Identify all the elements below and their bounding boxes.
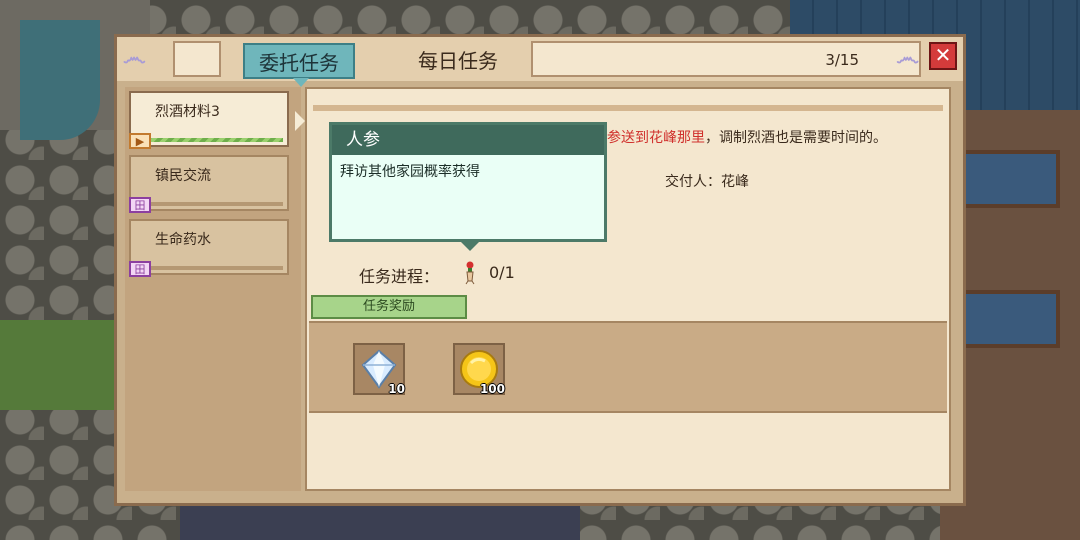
quest-item-liquor-materials[interactable]: 烈酒材料3 ▶ — [129, 91, 305, 149]
reward-slot-gold[interactable]: 100 — [453, 343, 505, 396]
item-tooltip: 人参 拜访其他家园概率获得 — [329, 122, 607, 251]
tab-daily-quests[interactable]: 每日任务 — [393, 43, 523, 79]
scroll-ornament-icon: ෴ — [896, 43, 919, 71]
building-window — [962, 290, 1060, 348]
quest-item-label: 生命药水 — [155, 232, 211, 248]
reward-quantity: 10 — [388, 382, 405, 396]
grass-patch — [0, 320, 115, 410]
description-highlight: 参送到花峰那里 — [607, 130, 705, 146]
building-icon: 田 — [129, 261, 151, 277]
quest-item-label: 镇民交流 — [155, 168, 211, 184]
progress-value: 0/1 — [489, 263, 515, 282]
ginseng-icon[interactable] — [464, 261, 476, 285]
quest-giver: 交付人：花峰 — [665, 174, 749, 190]
bottom-building — [180, 505, 580, 540]
header-slot — [531, 41, 921, 77]
quest-dialog: ෴ ෴ 委托任务 每日任务 3/15 ✕ 烈酒材料3 ▶ 镇民交流 田 生命药水… — [114, 34, 966, 506]
reward-area: 10 100 — [309, 321, 947, 413]
selected-arrow-icon — [295, 111, 305, 131]
description-text: ，调制烈酒也是需要时间的。 — [705, 130, 887, 146]
tooltip-title: 人参 — [332, 125, 604, 155]
quest-counter: 3/15 — [825, 51, 859, 69]
tooltip-pointer — [460, 241, 480, 251]
quest-progress-bar — [135, 202, 283, 206]
quest-item-life-potion[interactable]: 生命药水 田 — [129, 219, 289, 277]
scroll-ornament-icon: ෴ — [123, 43, 146, 71]
tab-rewards: 任务奖励 — [311, 295, 467, 319]
tab-commission-quests[interactable]: 委托任务 — [243, 43, 355, 87]
quest-item-townsfolk-exchange[interactable]: 镇民交流 田 — [129, 155, 289, 213]
tooltip-body: 拜访其他家园概率获得 — [340, 164, 480, 180]
water-canal — [20, 20, 100, 140]
quest-progress-bar — [135, 138, 283, 142]
building-window — [962, 150, 1060, 208]
building-icon: 田 — [129, 197, 151, 213]
quest-progress-bar — [135, 266, 283, 270]
quest-list: 烈酒材料3 ▶ 镇民交流 田 生命药水 田 — [125, 87, 305, 491]
quest-description: 参送到花峰那里，调制烈酒也是需要时间的。 — [607, 127, 887, 147]
reward-slot-diamond[interactable]: 10 — [353, 343, 405, 396]
reward-quantity: 100 — [479, 382, 505, 396]
header-slot — [173, 41, 221, 77]
detail-divider — [313, 105, 943, 111]
progress-label: 任务进程： — [359, 267, 440, 286]
flag-icon: ▶ — [129, 133, 151, 149]
quest-item-label: 烈酒材料3 — [155, 104, 220, 120]
close-button[interactable]: ✕ — [929, 42, 957, 70]
